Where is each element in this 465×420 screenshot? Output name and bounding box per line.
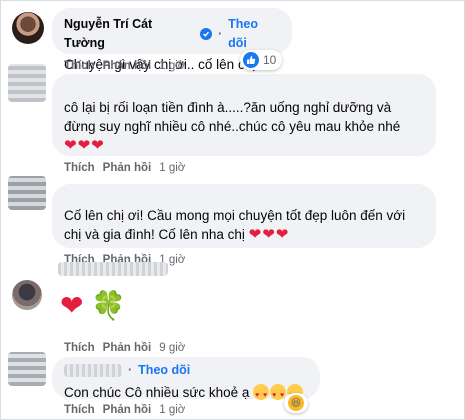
comment-actions: Thích Phản hồi 1 giờ bbox=[64, 162, 185, 174]
reaction-summary[interactable]: 10 bbox=[240, 50, 283, 70]
heart-emoji: ❤❤❤ bbox=[248, 226, 290, 243]
like-button[interactable]: Thích bbox=[64, 60, 95, 72]
avatar[interactable] bbox=[12, 280, 42, 310]
comment-author: Nguyễn Trí Cát Tường · Theo dõi bbox=[64, 15, 280, 53]
comment-bubble: cô lại bị rối loạn tiền đình à.....?ăn u… bbox=[52, 74, 436, 156]
like-reaction-icon bbox=[243, 52, 259, 68]
reply-button[interactable]: Phản hồi bbox=[103, 162, 152, 174]
follow-button[interactable]: Theo dõi bbox=[228, 15, 280, 53]
follow-button[interactable]: Theo dõi bbox=[138, 361, 190, 380]
reply-button[interactable]: Phản hồi bbox=[103, 404, 152, 416]
comment-actions: Thích Phản hồi 1 giờ bbox=[64, 60, 185, 72]
avatar-blurred[interactable] bbox=[8, 176, 46, 210]
timestamp[interactable]: 1 giờ bbox=[159, 60, 185, 72]
comment-actions: Thích Phản hồi 1 giờ bbox=[64, 404, 185, 416]
author-name[interactable]: Nguyễn Trí Cát Tường bbox=[64, 15, 196, 53]
reaction-summary[interactable]: 😆 bbox=[284, 393, 308, 413]
comment-author: · Theo dõi bbox=[64, 361, 190, 380]
avatar[interactable] bbox=[12, 12, 44, 44]
like-button[interactable]: Thích bbox=[64, 162, 95, 174]
reply-button[interactable]: Phản hồi bbox=[103, 342, 152, 354]
haha-reaction-icon: 😆 bbox=[288, 395, 304, 411]
comment-text: Con chúc Cô nhiều sức khoẻ ạ bbox=[64, 385, 250, 400]
comment-bubble: · Theo dõi Con chúc Cô nhiều sức khoẻ ạ bbox=[52, 357, 320, 405]
separator-dot: · bbox=[128, 363, 133, 377]
comment-bubble: Cố lên chị ơi! Cầu mong mọi chuyện tốt đ… bbox=[52, 184, 436, 248]
timestamp[interactable]: 1 giờ bbox=[159, 162, 185, 174]
comment-bubble: Nguyễn Trí Cát Tường · Theo dõi Chuyện g… bbox=[52, 8, 292, 72]
avatar-blurred[interactable] bbox=[8, 352, 46, 386]
reply-button[interactable]: Phản hồi bbox=[103, 60, 152, 72]
avatar-blurred[interactable] bbox=[8, 64, 46, 102]
verified-badge-icon bbox=[200, 28, 212, 40]
comment-actions: Thích Phản hồi 9 giờ bbox=[64, 342, 185, 354]
timestamp[interactable]: 9 giờ bbox=[159, 342, 185, 354]
like-button[interactable]: Thích bbox=[64, 342, 95, 354]
like-button[interactable]: Thích bbox=[64, 404, 95, 416]
timestamp[interactable]: 1 giờ bbox=[159, 404, 185, 416]
comment-body: Con chúc Cô nhiều sức khoẻ ạ bbox=[64, 383, 308, 405]
author-name-blurred bbox=[58, 262, 168, 276]
emoji-comment: ❤ 🍀 bbox=[60, 290, 126, 322]
heart-emoji: ❤❤❤ bbox=[64, 137, 105, 154]
author-name-blurred bbox=[64, 364, 122, 377]
separator-dot: · bbox=[217, 26, 223, 41]
emoji-text: ❤ 🍀 bbox=[60, 290, 127, 321]
reaction-count: 10 bbox=[263, 53, 277, 67]
comment-text: Cố lên chị ơi! Cầu mong mọi chuyện tốt đ… bbox=[64, 208, 406, 242]
comment-text: cô lại bị rối loạn tiền đình à.....?ăn u… bbox=[64, 100, 401, 134]
